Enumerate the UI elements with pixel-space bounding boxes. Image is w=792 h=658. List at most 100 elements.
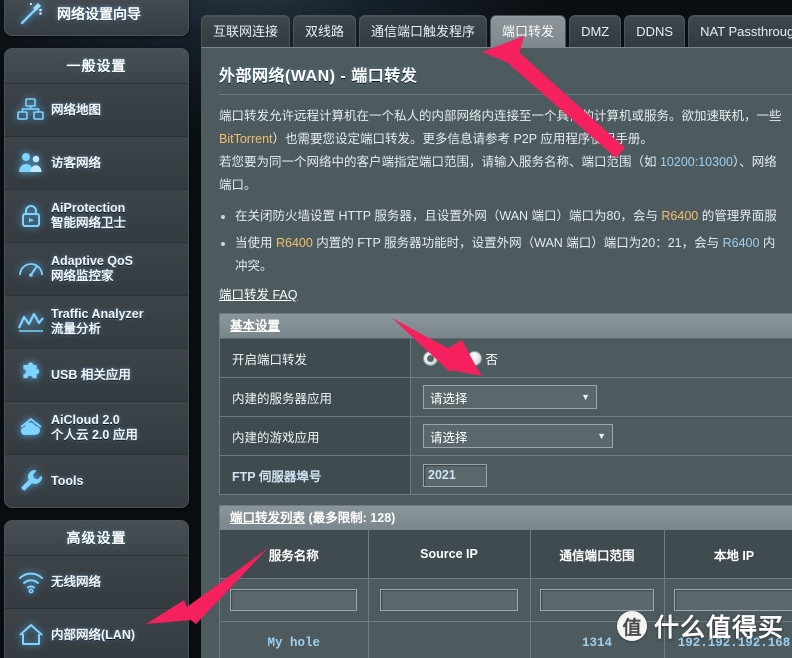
input-source-ip[interactable]: [380, 589, 519, 611]
radio-no-label: 否: [486, 349, 499, 368]
notes-list: 在关闭防火墙设置 HTTP 服务器，且设置外网（WAN 端口）端口为80，会与 …: [219, 205, 792, 278]
input-service-name[interactable]: [230, 589, 357, 611]
tab-internet-connection[interactable]: 互联网连接: [201, 15, 290, 48]
input-local-ip[interactable]: [674, 589, 792, 611]
cloud-home-icon: [11, 411, 51, 445]
table-row: My hole 1314 192.192.192.168 1: [220, 622, 792, 658]
row-famous-game-list: 内建的游戏应用 请选择 ▼: [220, 417, 792, 456]
col-local-ip: 本地 IP: [664, 530, 792, 579]
radio-enable-no[interactable]: 否: [467, 349, 511, 368]
page-description: 端口转发允许远程计算机在一个私人的内部网络内连接至一个具体的计算机或服务。欲加速…: [219, 105, 792, 197]
sidebar-general-panel: 一般设置 网络地图: [4, 48, 189, 508]
sidebar-item-label: Adaptive QoS 网络监控家: [51, 254, 133, 284]
col-source-ip: Source IP: [368, 530, 530, 579]
chevron-down-icon: ▼: [597, 431, 606, 441]
list-header-suffix: (最多限制: 128): [305, 511, 395, 525]
sidebar-item-guest-network[interactable]: 访客网络: [5, 137, 188, 190]
row-label: 内建的游戏应用: [220, 417, 411, 455]
note-item-2-line2: 冲突。: [235, 255, 792, 278]
list-header-main: 端口转发列表: [230, 511, 305, 525]
sidebar-item-label: AiProtection 智能网络卫士: [51, 201, 126, 231]
port-forwarding-table: 服务名称 Source IP 通信端口范围 本地 IP 本地: [220, 530, 792, 658]
wrench-icon: [11, 464, 51, 498]
gauge-icon: [11, 252, 51, 286]
tab-nat-passthrough[interactable]: NAT Passthrough: [688, 15, 792, 48]
network-map-icon: [11, 93, 51, 127]
sidebar-item-label: 无线网络: [51, 575, 101, 590]
row-label: 开启端口转发: [220, 339, 411, 377]
sidebar-item-wireless[interactable]: 无线网络: [5, 556, 188, 609]
puzzle-usb-icon: [11, 358, 51, 392]
sidebar-item-network-map[interactable]: 网络地图: [5, 84, 188, 137]
table-input-row: [220, 579, 792, 622]
title-divider: [219, 94, 792, 95]
sidebar-item-traffic-analyzer[interactable]: Traffic Analyzer 流量分析: [5, 296, 188, 349]
basic-settings-header: 基本设置: [220, 314, 792, 339]
ftp-port-input[interactable]: 2021: [423, 464, 487, 487]
row-ftp-server-port: FTP 伺服器埠号 2021: [220, 456, 792, 495]
sidebar-item-aicloud[interactable]: AiCloud 2.0 个人云 2.0 应用: [5, 402, 188, 455]
select-famous-game[interactable]: 请选择 ▼: [423, 424, 613, 448]
sidebar-wizard-label: 网络设置向导: [57, 4, 141, 24]
note-item-1: 在关闭防火墙设置 HTTP 服务器，且设置外网（WAN 端口）端口为80，会与 …: [219, 205, 792, 228]
port-forwarding-list-header: 端口转发列表 (最多限制: 128): [220, 506, 792, 530]
sidebar-item-aiprotection[interactable]: AiProtection 智能网络卫士: [5, 190, 188, 243]
tab-port-forwarding[interactable]: 端口转发: [490, 15, 566, 48]
chevron-down-icon: ▼: [581, 392, 590, 402]
desc-line-3: 若您要为同一个网络中的客户端指定端口范围，请输入服务名称、端口范围（如 1020…: [219, 151, 792, 174]
traffic-chart-icon: [11, 305, 51, 339]
sidebar-item-label: 内部网络(LAN): [51, 628, 135, 643]
select-value: 请选择: [430, 388, 468, 407]
content-panel: 外部网络(WAN) - 端口转发 端口转发允许远程计算机在一个私人的内部网络内连…: [201, 47, 792, 658]
faq-link[interactable]: 端口转发 FAQ: [219, 284, 297, 303]
col-service-name: 服务名称: [220, 530, 368, 579]
sidebar-item-label: Traffic Analyzer 流量分析: [51, 307, 144, 337]
row-enable-port-forwarding: 开启端口转发 是 否: [220, 339, 792, 378]
tab-dual-wan[interactable]: 双线路: [293, 15, 356, 48]
page-title: 外部网络(WAN) - 端口转发: [219, 62, 792, 94]
select-value: 请选择: [430, 427, 468, 446]
table-header-row: 服务名称 Source IP 通信端口范围 本地 IP 本地: [220, 530, 792, 579]
sidebar-wizard-panel: 网络设置向导: [4, 0, 189, 36]
sidebar-general-header: 一般设置: [5, 49, 188, 84]
tab-dmz[interactable]: DMZ: [569, 15, 621, 48]
shield-lock-icon: [11, 199, 51, 233]
wifi-icon: [11, 565, 51, 599]
row-famous-server-list: 内建的服务器应用 请选择 ▼: [220, 378, 792, 417]
input-port-range[interactable]: [540, 589, 655, 611]
radio-yes-button[interactable]: [423, 351, 438, 366]
sidebar-item-network-wizard[interactable]: 网络设置向导: [5, 0, 188, 35]
col-port-range: 通信端口范围: [530, 530, 664, 579]
basic-settings-section: 基本设置 开启端口转发 是 否: [219, 313, 792, 495]
guest-network-icon: [11, 146, 51, 180]
cell-local-ip: 192.192.192.168: [664, 622, 792, 658]
sidebar: 网络设置向导 一般设置 网络地图: [0, 0, 193, 658]
sidebar-item-label: 访客网络: [51, 156, 101, 171]
sidebar-item-adaptive-qos[interactable]: Adaptive QoS 网络监控家: [5, 243, 188, 296]
sidebar-item-label: 网络地图: [51, 103, 101, 118]
row-label: 内建的服务器应用: [220, 378, 411, 416]
sidebar-advanced-header: 高级设置: [5, 521, 188, 556]
desc-line-4: 端口。: [219, 174, 792, 197]
sidebar-item-label: Tools: [51, 474, 83, 489]
tab-ddns[interactable]: DDNS: [624, 15, 685, 48]
router-admin-page: 网络设置向导 一般设置 网络地图: [0, 0, 792, 658]
radio-no-button[interactable]: [467, 351, 482, 366]
radio-enable-yes[interactable]: 是: [423, 349, 467, 368]
port-forwarding-list-section: 端口转发列表 (最多限制: 128) 服务名称 Source IP 通信端口范围…: [219, 505, 792, 658]
sidebar-item-tools[interactable]: Tools: [5, 455, 188, 507]
sidebar-item-label: AiCloud 2.0 个人云 2.0 应用: [51, 413, 138, 443]
row-label: FTP 伺服器埠号: [220, 456, 411, 494]
sidebar-item-lan[interactable]: 内部网络(LAN): [5, 609, 188, 658]
house-icon: [11, 618, 51, 652]
sidebar-advanced-panel: 高级设置 无线网络: [4, 520, 189, 658]
radio-yes-label: 是: [442, 349, 455, 368]
cell-port-range: 1314: [530, 622, 664, 658]
sidebar-item-label: USB 相关应用: [51, 368, 131, 383]
cell-source-ip: [368, 622, 530, 658]
sidebar-item-usb-application[interactable]: USB 相关应用: [5, 349, 188, 402]
tab-port-trigger[interactable]: 通信端口触发程序: [359, 15, 487, 48]
select-famous-server[interactable]: 请选择 ▼: [423, 385, 597, 409]
desc-line-2: BitTorrent）也需要您设定端口转发。更多信息请参考 P2P 应用程序使用…: [219, 128, 792, 151]
wand-icon: [11, 0, 51, 31]
